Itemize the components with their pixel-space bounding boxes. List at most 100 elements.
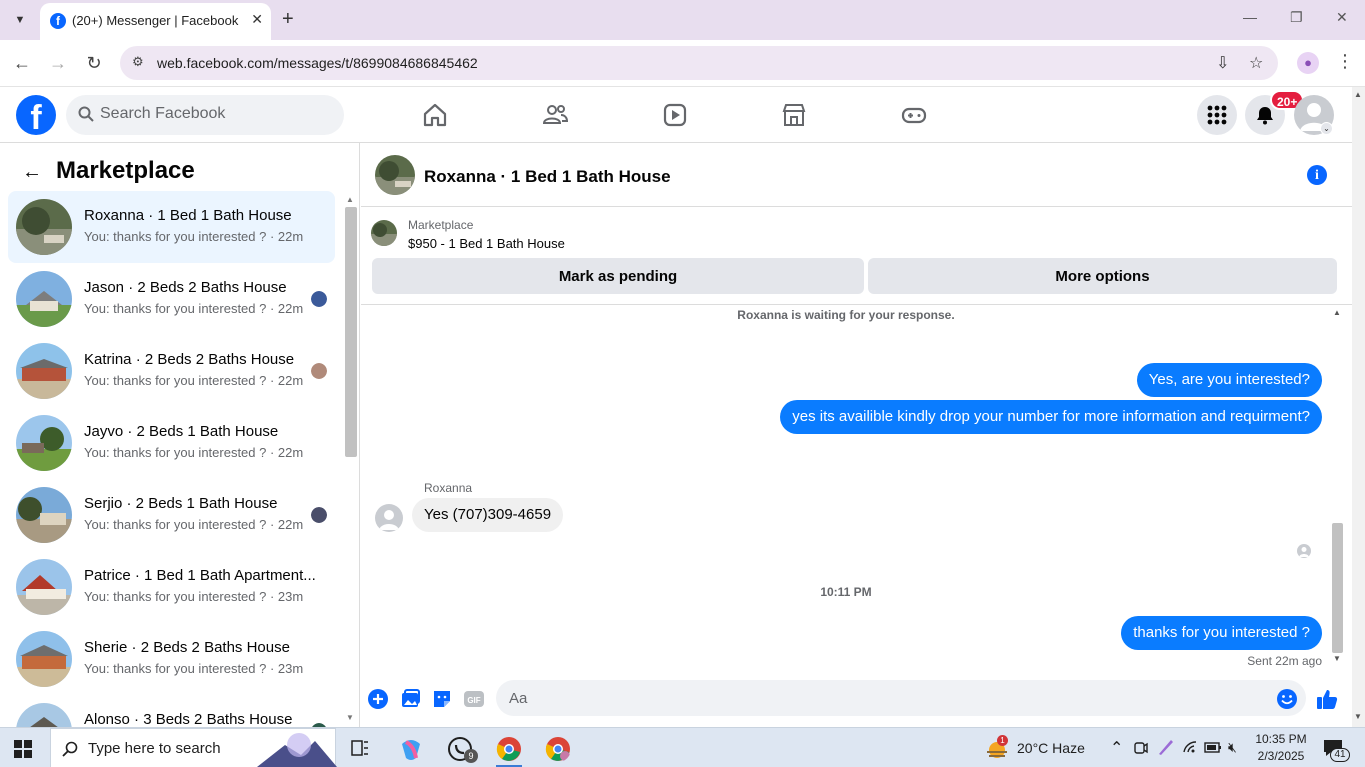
- conversation-item[interactable]: Katrina · 2 Beds 2 Baths House You: than…: [8, 335, 335, 407]
- battery-icon[interactable]: [1204, 740, 1222, 754]
- windows-start-icon[interactable]: [14, 740, 32, 758]
- conversation-preview: You: thanks for you interested ? · 22m: [84, 445, 304, 460]
- conversation-name: Alonso · 3 Beds 2 Baths House: [84, 711, 293, 727]
- bookmark-star-icon[interactable]: ☆: [1249, 53, 1263, 73]
- conversation-item[interactable]: Patrice · 1 Bed 1 Bath Apartment... You:…: [8, 551, 335, 623]
- url-text[interactable]: web.facebook.com/messages/t/869908468684…: [157, 55, 478, 71]
- conversation-item[interactable]: Jason · 2 Beds 2 Baths House You: thanks…: [8, 263, 335, 335]
- scroll-up-icon[interactable]: ▲: [346, 195, 354, 204]
- facebook-logo-icon[interactable]: f: [16, 95, 56, 135]
- tab-close-icon[interactable]: ✕: [251, 11, 263, 28]
- volume-muted-icon[interactable]: 🔇︎: [1228, 739, 1237, 756]
- minimize-icon[interactable]: —: [1243, 9, 1257, 25]
- outgoing-message[interactable]: yes its availible kindly drop your numbe…: [780, 400, 1322, 434]
- sticker-icon[interactable]: [431, 688, 453, 710]
- conversation-preview: You: thanks for you interested ? · 22m: [84, 229, 304, 244]
- back-icon[interactable]: ←: [11, 53, 33, 74]
- video-icon[interactable]: [661, 101, 689, 129]
- chrome-icon[interactable]: [496, 736, 522, 762]
- scroll-down-icon[interactable]: ▼: [1333, 654, 1341, 663]
- conversation-preview: You: thanks for you interested ? · 22m: [84, 373, 304, 388]
- taskbar-search-input[interactable]: [88, 740, 268, 757]
- listing-card: Marketplace $950 - 1 Bed 1 Bath House Ma…: [361, 208, 1352, 305]
- conversation-item[interactable]: Alonso · 3 Beds 2 Baths House: [8, 695, 335, 727]
- browser-tab[interactable]: f (20+) Messenger | Facebook ✕: [40, 3, 271, 40]
- restore-icon[interactable]: ❐: [1290, 9, 1303, 26]
- sidebar-scrollbar[interactable]: ▲ ▼: [344, 193, 358, 727]
- meet-now-icon[interactable]: [1134, 740, 1148, 756]
- pen-icon[interactable]: [1157, 738, 1175, 756]
- listing-thumbnail: [16, 415, 72, 471]
- tab-search-chevron-icon[interactable]: ▼: [6, 7, 34, 33]
- task-view-icon[interactable]: [350, 738, 370, 758]
- scroll-down-icon[interactable]: ▼: [346, 713, 354, 722]
- conversation-item[interactable]: Jayvo · 2 Beds 1 Bath House You: thanks …: [8, 407, 335, 479]
- new-tab-icon[interactable]: +: [282, 8, 294, 30]
- chat-title[interactable]: Roxanna · 1 Bed 1 Bath House: [424, 167, 671, 187]
- page-scroll-down-icon[interactable]: ▼: [1354, 712, 1362, 721]
- chat-scrollbar[interactable]: ▲ ▼: [1331, 306, 1345, 668]
- chat-scroll-thumb[interactable]: [1332, 523, 1343, 653]
- listing-thumbnail: [371, 220, 397, 246]
- chat-avatar[interactable]: [375, 155, 415, 195]
- page-scroll-up-icon[interactable]: ▲: [1354, 90, 1362, 99]
- listing-thumbnail: [16, 631, 72, 687]
- more-options-button[interactable]: More options: [868, 258, 1337, 294]
- account-chevron-icon[interactable]: ⌄: [1320, 122, 1333, 135]
- browser-menu-icon[interactable]: ⋮: [1336, 51, 1354, 72]
- clock-date[interactable]: 2/3/2025: [1252, 749, 1310, 763]
- close-window-icon[interactable]: ✕: [1336, 9, 1348, 26]
- windows-taskbar: 9 1 20°C Haze ⌃ 🔇︎ 10:35 PM 2/3/2025 41: [0, 727, 1365, 767]
- search-highlight-icon[interactable]: [257, 731, 337, 767]
- menu-grid-button[interactable]: [1197, 95, 1237, 135]
- conversation-item[interactable]: Roxanna · 1 Bed 1 Bath House You: thanks…: [8, 191, 335, 263]
- listing-price[interactable]: $950 - 1 Bed 1 Bath House: [408, 236, 565, 251]
- conversation-item[interactable]: Serjio · 2 Beds 1 Bath House You: thanks…: [8, 479, 335, 551]
- incoming-message[interactable]: Yes (707)309-4659: [412, 498, 564, 532]
- friends-icon[interactable]: [541, 101, 569, 129]
- home-icon[interactable]: [421, 101, 449, 129]
- conversations-sidebar: ← Marketplace Roxanna · 1 Bed 1 Bath Hou…: [0, 143, 360, 727]
- marketplace-icon[interactable]: [780, 101, 808, 129]
- tray-chevron-icon[interactable]: ⌃: [1110, 738, 1123, 758]
- weather-text[interactable]: 20°C Haze: [1017, 740, 1085, 756]
- info-icon[interactable]: i: [1307, 165, 1327, 185]
- emoji-icon[interactable]: [1276, 688, 1298, 710]
- listing-thumbnail: [16, 199, 72, 255]
- search-icon: [62, 741, 78, 757]
- mark-as-pending-button[interactable]: Mark as pending: [372, 258, 864, 294]
- outgoing-message[interactable]: thanks for you interested ?: [1121, 616, 1322, 650]
- site-info-icon[interactable]: ⚙: [132, 54, 144, 70]
- like-icon[interactable]: [1316, 688, 1338, 710]
- conversation-item[interactable]: Sherie · 2 Beds 2 Baths House You: thank…: [8, 623, 335, 695]
- listing-thumbnail: [16, 487, 72, 543]
- page-scrollbar[interactable]: ▲ ▼: [1352, 87, 1365, 727]
- scroll-up-icon[interactable]: ▲: [1333, 308, 1341, 317]
- search-input[interactable]: [100, 105, 330, 123]
- sender-avatar[interactable]: [375, 504, 403, 532]
- photo-icon[interactable]: [399, 688, 421, 710]
- message-composer: GIF: [361, 671, 1352, 727]
- message-input[interactable]: [496, 680, 1306, 716]
- reload-icon[interactable]: ↻: [83, 53, 105, 74]
- svg-text:GIF: GIF: [467, 696, 480, 705]
- gaming-icon[interactable]: [900, 101, 928, 129]
- sidebar-scroll-thumb[interactable]: [345, 207, 357, 457]
- back-arrow-icon[interactable]: ←: [22, 161, 42, 184]
- address-bar[interactable]: ⚙ web.facebook.com/messages/t/8699084686…: [120, 46, 1278, 80]
- browser-profile-icon[interactable]: ●: [1297, 52, 1319, 74]
- chat-header: Roxanna · 1 Bed 1 Bath House i: [361, 143, 1352, 207]
- outgoing-message[interactable]: Yes, are you interested?: [1136, 363, 1322, 397]
- facebook-search[interactable]: [66, 95, 344, 135]
- forward-icon[interactable]: →: [47, 53, 69, 74]
- search-icon: [78, 106, 94, 122]
- sent-status: Sent 22m ago: [1247, 654, 1322, 668]
- clock-time[interactable]: 10:35 PM: [1252, 732, 1310, 746]
- wifi-icon[interactable]: [1182, 740, 1198, 754]
- taskbar-search[interactable]: [50, 728, 337, 767]
- copilot-icon[interactable]: [398, 736, 424, 762]
- gif-icon[interactable]: GIF: [463, 688, 485, 710]
- install-app-icon[interactable]: ⇩: [1216, 53, 1229, 73]
- plus-circle-icon[interactable]: [367, 688, 389, 710]
- chrome-profile-icon[interactable]: [545, 736, 571, 762]
